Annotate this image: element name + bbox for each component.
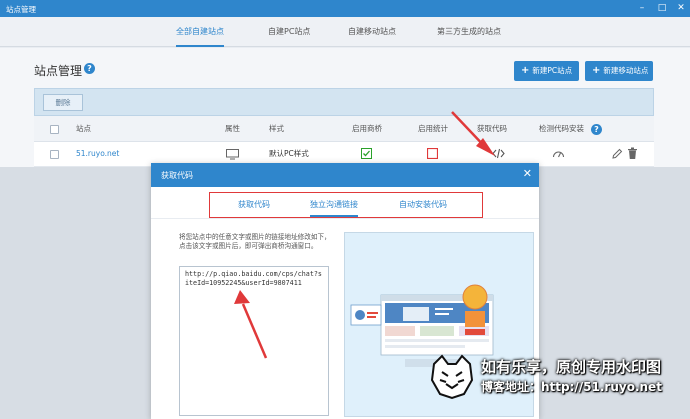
col-detect-code: 检测代码安装 — [539, 124, 584, 133]
dialog-header: 获取代码 ✕ — [151, 163, 539, 187]
watermark-text: 如有乐享，原创专用水印图 — [481, 358, 662, 376]
gauge-icon[interactable] — [552, 148, 565, 159]
unchecked-icon[interactable] — [427, 148, 438, 159]
new-mobile-site-label: 新建移动站点 — [603, 66, 649, 75]
col-enable-stats: 启用统计 — [418, 124, 448, 133]
watermark-url: 博客地址：http://51.ruyo.net — [481, 380, 662, 394]
tab-third-party-sites[interactable]: 第三方生成的站点 — [437, 17, 501, 47]
instruction-text: 将您站点中的任意文字或图片的链接地址修改如下，点击该文字或图片后，即可弹出商桥沟… — [179, 233, 331, 250]
checked-icon[interactable] — [361, 148, 372, 159]
close-icon[interactable]: ✕ — [674, 1, 688, 15]
site-type-tabs: 全部自建站点 自建PC站点 自建移动站点 第三方生成的站点 — [0, 17, 690, 47]
tab-direct-link[interactable]: 独立沟通链接 — [310, 193, 358, 217]
col-enable-bridge: 启用商桥 — [352, 124, 382, 133]
tab-get-code[interactable]: 获取代码 — [238, 193, 270, 217]
chat-link-textarea[interactable]: http://p.qiao.baidu.com/cps/chat?siteId=… — [179, 266, 329, 416]
new-mobile-site-button[interactable]: + 新建移动站点 — [585, 61, 653, 81]
row-checkbox[interactable] — [50, 150, 59, 159]
new-pc-site-button[interactable]: + 新建PC站点 — [514, 61, 579, 81]
plus-icon: + — [521, 65, 530, 76]
divider — [151, 218, 539, 219]
col-style: 样式 — [269, 124, 284, 133]
tab-all-sites[interactable]: 全部自建站点 — [176, 17, 224, 47]
close-icon[interactable]: ✕ — [523, 168, 532, 180]
col-attr: 属性 — [225, 124, 240, 133]
trash-icon[interactable] — [627, 147, 638, 160]
new-pc-site-label: 新建PC站点 — [532, 66, 573, 75]
window-title: 站点管理 — [6, 5, 36, 14]
tab-pc-sites[interactable]: 自建PC站点 — [268, 17, 310, 47]
site-name-link[interactable]: 51.ruyo.net — [76, 142, 119, 166]
watermark-logo-icon — [430, 354, 474, 400]
select-all-checkbox[interactable] — [50, 125, 59, 134]
help-icon[interactable]: ? — [591, 124, 602, 135]
col-site: 站点 — [76, 124, 91, 133]
table-header: 站点 属性 样式 启用商桥 启用统计 获取代码 检测代码安装 ? — [34, 116, 654, 142]
edit-icon[interactable] — [611, 148, 623, 160]
help-icon[interactable]: ? — [84, 63, 95, 74]
tab-mobile-sites[interactable]: 自建移动站点 — [348, 17, 396, 47]
dialog-title: 获取代码 — [161, 171, 193, 180]
dialog-tabs: 获取代码 独立沟通链接 自动安装代码 — [209, 192, 483, 218]
tab-auto-install[interactable]: 自动安装代码 — [399, 193, 447, 217]
minimize-icon[interactable]: – — [635, 1, 649, 15]
code-icon[interactable] — [492, 148, 505, 159]
col-get-code: 获取代码 — [477, 124, 507, 133]
desktop-icon — [226, 149, 239, 160]
title-bar: 站点管理 – □ ✕ — [0, 0, 690, 17]
maximize-icon[interactable]: □ — [655, 1, 669, 15]
table-toolbar: 删除 — [34, 88, 654, 116]
delete-button[interactable]: 删除 — [43, 94, 83, 111]
page-title: 站点管理 — [34, 64, 83, 78]
plus-icon: + — [592, 65, 601, 76]
